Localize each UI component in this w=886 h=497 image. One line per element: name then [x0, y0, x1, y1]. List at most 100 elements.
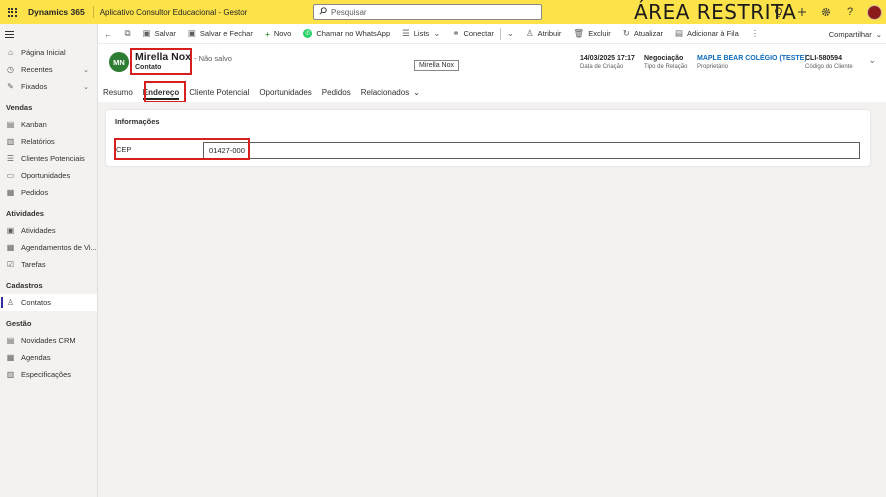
new-label: Novo [273, 29, 292, 38]
sidebar-item-label: Relatórios [21, 137, 55, 146]
sidebar-item-visit-schedules[interactable]: ▦ Agendamentos de Vi... [0, 239, 97, 256]
help-icon[interactable]: ? [838, 0, 862, 24]
refresh-icon: ↻ [622, 28, 630, 38]
sidebar-item-activities[interactable]: ▣ Atividades [0, 222, 97, 239]
spec-icon: ▥ [6, 370, 15, 379]
more-commands-button[interactable]: ⋮ [745, 24, 766, 44]
expand-header-icon[interactable]: ⌄ [868, 55, 876, 66]
header-field-label: Data de Criação [580, 64, 624, 70]
sidebar-item-label: Contatos [21, 298, 52, 307]
owner-link[interactable]: MAPLE BEAR COLÉGIO (TESTE) [697, 55, 807, 62]
chevron-down-icon: ⌄ [506, 28, 514, 38]
header-field-client-code: CLI-580594 Código do Cliente [805, 55, 853, 70]
app-name[interactable]: Aplicativo Consultor Educacional - Gesto… [94, 8, 248, 17]
back-button[interactable]: ← [98, 24, 119, 44]
lightbulb-icon[interactable] [766, 0, 790, 24]
sidebar-item-contacts[interactable]: ♙ Contatos [0, 294, 97, 311]
section-title: Informações [115, 117, 160, 126]
assign-icon: ♙ [526, 28, 534, 38]
refresh-button[interactable]: ↻ Atualizar [617, 24, 669, 44]
share-button[interactable]: Compartilhar ⌄ [829, 24, 882, 44]
leads-icon: ☰ [6, 154, 15, 163]
tab-relacionados[interactable]: Relacionados ⌄ [356, 83, 425, 102]
tab-resumo[interactable]: Resumo [98, 83, 138, 102]
header-field-owner[interactable]: MAPLE BEAR COLÉGIO (TESTE) Proprietário [697, 55, 807, 70]
header-field-label: Proprietário [697, 64, 729, 70]
lists-label: Lists [413, 29, 430, 38]
sidebar-item-label: Fixados [21, 82, 48, 91]
cep-input[interactable]: 01427-000 [203, 142, 860, 159]
sidebar-item-label: Tarefas [21, 260, 46, 269]
sidebar-item-reports[interactable]: ▥ Relatórios [0, 133, 97, 150]
app-launcher-icon[interactable] [0, 0, 24, 24]
calendar-icon: ▦ [6, 353, 15, 362]
sidebar-item-recent[interactable]: ◷ Recentes ⌄ [0, 61, 97, 78]
highlight-box-tab [144, 81, 186, 103]
sidebar-item-label: Pedidos [21, 188, 49, 197]
clock-icon: ◷ [7, 65, 14, 74]
tab-pedidos[interactable]: Pedidos [317, 83, 356, 102]
sidebar-item-label: Atividades [21, 226, 56, 235]
sidebar-item-specifications[interactable]: ▥ Especificações [0, 366, 97, 383]
report-icon: ▥ [6, 137, 15, 146]
calendar-icon: ▦ [6, 243, 15, 252]
chevron-down-icon: ⌄ [433, 28, 441, 38]
save-button[interactable]: ▣ Salvar [137, 24, 182, 44]
section-atividades: Atividades [6, 209, 44, 218]
form-body: Informações CEP 01427-000 [98, 102, 886, 497]
plus-icon[interactable] [790, 0, 814, 24]
sidebar-item-pinned[interactable]: ✎ Fixados ⌄ [0, 78, 97, 95]
connect-dropdown[interactable]: ⌄ [501, 24, 520, 44]
search-box[interactable]: Pesquisar [313, 4, 542, 20]
search-placeholder: Pesquisar [331, 7, 367, 17]
sidebar-item-opportunities[interactable]: ▭ Oportunidades [0, 167, 97, 184]
sidebar-item-crm-news[interactable]: ▤ Novidades CRM [0, 332, 97, 349]
chevron-down-icon: ⌄ [413, 88, 420, 97]
header-field-created-on: 14/03/2025 17:17 Data de Criação [580, 55, 635, 70]
connect-button[interactable]: ⚭ Conectar [446, 24, 500, 44]
top-icons: ? [766, 0, 886, 24]
sidebar-item-label: Clientes Potenciais [21, 154, 85, 163]
save-close-label: Salvar e Fechar [199, 29, 253, 38]
sidebar-item-agendas[interactable]: ▦ Agendas [0, 349, 97, 366]
gear-icon[interactable] [814, 0, 838, 24]
assign-button[interactable]: ♙ Atribuir [520, 24, 567, 44]
opportunity-icon: ▭ [6, 171, 15, 180]
whatsapp-button[interactable]: ✆ Chamar no WhatsApp [297, 24, 396, 44]
share-label: Compartilhar [828, 29, 872, 39]
section-gestao: Gestão [6, 319, 32, 328]
tab-cliente-potencial[interactable]: Cliente Potencial [184, 83, 254, 102]
hamburger-menu-icon[interactable] [0, 24, 97, 44]
search-icon [319, 7, 327, 17]
sidebar-item-tasks[interactable]: ☑ Tarefas [0, 256, 97, 273]
tab-oportunidades[interactable]: Oportunidades [254, 83, 316, 102]
add-to-queue-button[interactable]: ▤ Adicionar à Fila [669, 24, 745, 44]
open-new-window-button[interactable]: ⧉ [119, 24, 137, 44]
sidebar-item-kanban[interactable]: ▤ Kanban [0, 116, 97, 133]
sidebar-item-label: Agendamentos de Vi... [21, 243, 97, 252]
name-tooltip: Mirella Nox [414, 60, 460, 71]
user-avatar[interactable] [862, 0, 886, 24]
delete-button[interactable]: 🗑 Excluir [567, 24, 616, 44]
section-cadastros: Cadastros [6, 281, 43, 290]
order-icon: ▦ [6, 188, 15, 197]
refresh-label: Atualizar [633, 29, 664, 38]
lists-button[interactable]: ☰ Lists ⌄ [396, 24, 446, 44]
record-name: Mirella Nox [135, 51, 192, 63]
sidebar-item-orders[interactable]: ▦ Pedidos [0, 184, 97, 201]
brand-name[interactable]: Dynamics 365 [24, 6, 94, 18]
sidebar-item-home[interactable]: ⌂ Página Inicial [0, 44, 97, 61]
news-icon: ▤ [6, 336, 15, 345]
header-field-value: Negociação [644, 55, 684, 62]
sidebar-item-label: Especificações [21, 370, 72, 379]
sidebar-item-leads[interactable]: ☰ Clientes Potenciais [0, 150, 97, 167]
new-button[interactable]: + Novo [259, 24, 297, 44]
save-close-icon: ▣ [187, 28, 196, 38]
activity-icon: ▣ [6, 226, 15, 235]
header-field-value: CLI-580594 [805, 55, 842, 62]
whatsapp-icon: ✆ [303, 29, 313, 38]
save-close-button[interactable]: ▣ Salvar e Fechar [182, 24, 259, 44]
queue-icon: ▤ [675, 28, 684, 38]
save-status: - Não salvo [194, 54, 232, 63]
home-icon: ⌂ [8, 48, 13, 57]
